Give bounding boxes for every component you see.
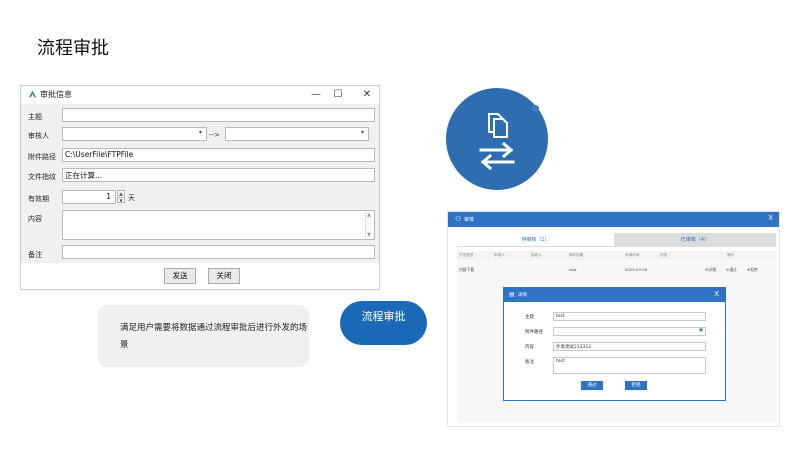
chevron-down-icon: ▾ — [198, 129, 202, 136]
content-scrollbar[interactable]: ▲ ▼ — [365, 211, 374, 239]
approval-dialog: 审批信息 — ☐ ✕ 主题 审核人 ▾ --> ▾ 附件路径 C:\UserFi… — [20, 85, 380, 290]
file-checksum-field: 正在计算... — [62, 168, 375, 182]
reviewer-to-select[interactable]: ▾ — [225, 127, 369, 141]
validity-input[interactable]: 1 — [62, 190, 116, 204]
tab-pending[interactable]: 待审核（1） — [457, 233, 614, 247]
column-header: 外发类型 — [459, 253, 474, 257]
column-header: 邮件标题 — [569, 253, 584, 257]
app-logo-icon — [28, 90, 37, 98]
remark-label: 备注 — [28, 251, 42, 259]
approve-link[interactable]: ⊘通过 — [726, 267, 737, 273]
subject-label: 主题 — [28, 113, 42, 121]
send-button[interactable]: 发送 — [164, 268, 196, 284]
folder-icon[interactable]: ▣ — [699, 328, 703, 333]
detail-close-button[interactable]: X — [714, 290, 719, 298]
detail-approve-button[interactable]: 通过 — [581, 381, 603, 390]
user-icon: ⚇ — [455, 215, 462, 223]
detail-label: 详情 — [708, 267, 716, 272]
reviewer-from-select[interactable]: ▾ — [62, 127, 207, 141]
detail-dialog-header: ▤ 详情 X — [504, 288, 725, 302]
validity-unit: 天 — [128, 194, 135, 202]
dialog-body: 主题 审核人 ▾ --> ▾ 附件路径 C:\UserFile\FTPFile … — [21, 104, 379, 263]
column-header: 状态 — [660, 253, 668, 257]
web-review-panel: ⚇ 审核 X 待审核（1） 已审核（4） 外发类型 申请人 接收人 邮件标题 申… — [447, 211, 780, 427]
page-title: 流程审批 — [37, 38, 109, 59]
detail-remark-label: 备注 — [525, 360, 534, 365]
reject-label: 拒绝 — [750, 267, 758, 272]
spin-down-button[interactable]: ▼ — [117, 197, 125, 203]
detail-content-label: 内容 — [525, 345, 534, 350]
reviewer-arrow: --> — [209, 131, 220, 139]
detail-reject-button[interactable]: 拒绝 — [625, 381, 647, 390]
row-title: test — [569, 267, 577, 272]
file-checksum-label: 文件指纹 — [28, 173, 56, 181]
detail-link[interactable]: ☰详情 — [705, 267, 716, 273]
chevron-down-icon: ▾ — [360, 129, 364, 136]
minimize-button[interactable]: — — [306, 87, 326, 102]
document-exchange-icon — [479, 113, 515, 171]
spin-up-button[interactable]: ▲ — [117, 190, 125, 196]
attachment-path-label: 附件路径 — [28, 153, 56, 161]
detail-dialog-title: 详情 — [518, 293, 527, 298]
description-text: 满足用户需要将数据通过流程审批后进行外发的场景 — [120, 323, 308, 350]
subject-input[interactable] — [62, 108, 375, 122]
detail-subject-label: 主题 — [525, 315, 534, 320]
content-textarea[interactable]: ▲ ▼ — [62, 210, 375, 240]
column-header: 申请时间 — [625, 253, 640, 257]
validity-label: 有效期 — [28, 195, 49, 203]
web-header: ⚇ 审核 X — [448, 212, 779, 227]
column-header: 申请人 — [494, 253, 505, 257]
approve-label: 通过 — [729, 267, 737, 272]
process-approval-badge: 流程审批 — [340, 301, 427, 345]
close-button[interactable]: 关闭 — [208, 268, 240, 284]
detail-dialog: ▤ 详情 X 主题 test 附件路径 ▣ 内容 外发测试212312 备注 t… — [503, 287, 726, 401]
reviewer-label: 审核人 — [28, 132, 49, 140]
detail-attachment-field[interactable]: ▣ — [553, 327, 706, 336]
detail-remark-field[interactable]: test — [553, 357, 706, 374]
dialog-title: 审批信息 — [40, 90, 72, 99]
reject-link[interactable]: ⊗拒绝 — [747, 267, 758, 273]
attachment-path-input[interactable]: C:\UserFile\FTPFile — [62, 148, 375, 162]
tab-reviewed[interactable]: 已审核（4） — [614, 233, 776, 247]
detail-attachment-label: 附件路径 — [525, 330, 543, 335]
column-header: 操作 — [727, 253, 735, 257]
web-close-button[interactable]: X — [768, 214, 773, 222]
web-header-title: 审核 — [464, 217, 475, 223]
approval-circle — [446, 88, 548, 190]
description-box: 满足用户需要将数据通过流程审批后进行外发的场景 — [98, 305, 309, 367]
table-header: 外发类型 申请人 接收人 邮件标题 申请时间 状态 操作 — [457, 251, 776, 260]
document-icon: ▤ — [509, 291, 515, 298]
row-type: 内部下载 — [459, 267, 475, 272]
scroll-up-icon: ▲ — [367, 212, 371, 218]
row-time: 2020-03-09 — [625, 267, 648, 272]
scroll-down-icon: ▼ — [367, 232, 371, 238]
content-label: 内容 — [28, 215, 42, 223]
slide: 流程审批 审批信息 — ☐ ✕ 主题 审核人 ▾ --> ▾ 附件路径 C:\U… — [0, 0, 800, 450]
detail-content-field[interactable]: 外发测试212312 — [553, 342, 706, 351]
detail-subject-field[interactable]: test — [553, 312, 706, 321]
column-header: 接收人 — [531, 253, 542, 257]
remark-input[interactable] — [62, 245, 375, 259]
dialog-titlebar: 审批信息 — ☐ ✕ — [21, 86, 379, 104]
maximize-button[interactable]: ☐ — [328, 87, 348, 102]
close-window-button[interactable]: ✕ — [357, 87, 377, 102]
circle-dot — [532, 105, 539, 112]
